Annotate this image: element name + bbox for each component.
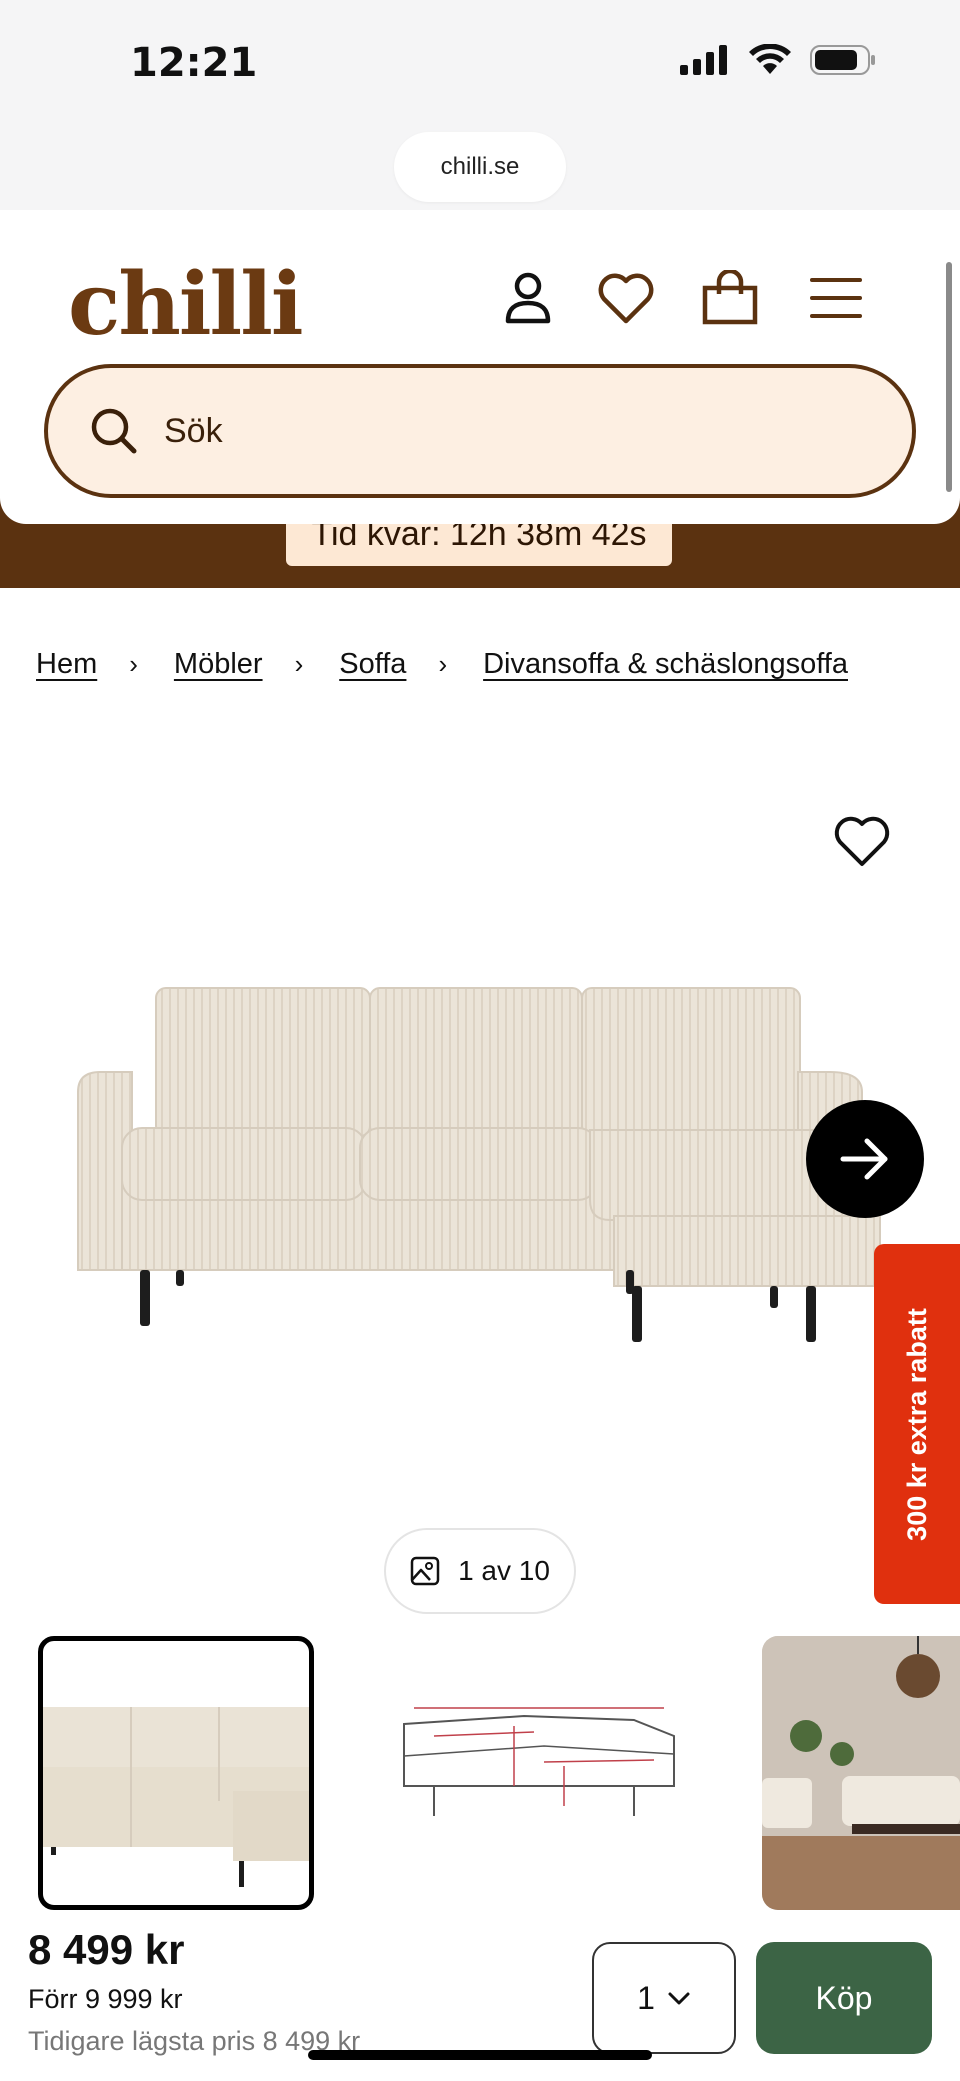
breadcrumb-separator: › — [438, 649, 448, 679]
product-image-sofa — [77, 987, 881, 1342]
wishlist-icon[interactable] — [596, 268, 656, 328]
status-bar: 12:21 — [0, 0, 960, 130]
thumbnail-dimensions-drawing — [403, 1707, 675, 1816]
page: 12:21 chilli.se Tid kvar: 12h 38m 42s ch… — [0, 0, 960, 2081]
thumbnail-room-image — [762, 1636, 960, 1910]
image-counter-text: 1 av 10 — [458, 1555, 550, 1586]
scrollbar[interactable] — [946, 262, 952, 492]
chevron-down-icon — [668, 1992, 690, 2005]
promo-text: 300 kr extra rabatt — [901, 1307, 932, 1541]
menu-icon[interactable] — [806, 268, 866, 328]
thumbnail-1[interactable] — [38, 1636, 314, 1910]
home-indicator — [308, 2050, 652, 2060]
breadcrumb-separator: › — [129, 649, 138, 679]
image-counter: 1 av 10 — [384, 1528, 576, 1614]
search-icon — [91, 408, 137, 454]
breadcrumb: Hem › Möbler › Soffa › Divansoffa & schä… — [36, 648, 848, 681]
quantity-value: 1 — [637, 1979, 655, 2016]
current-price: 8 499 kr — [28, 1926, 185, 1973]
arrow-right-icon — [840, 1138, 888, 1180]
cart-icon[interactable] — [700, 268, 760, 328]
breadcrumb-home[interactable]: Hem — [36, 648, 97, 681]
next-image-button[interactable] — [806, 1100, 924, 1218]
before-price: Förr 9 999 kr — [28, 1984, 183, 2014]
breadcrumb-chaise-sofa[interactable]: Divansoffa & schäslongsoffa — [483, 648, 848, 681]
browser-bar: chilli.se — [0, 130, 960, 210]
status-time: 12:21 — [130, 40, 258, 86]
breadcrumb-sofa[interactable]: Soffa — [339, 648, 406, 681]
logo[interactable]: chilli — [68, 254, 304, 355]
favorite-heart-icon[interactable] — [832, 814, 892, 870]
url-pill[interactable]: chilli.se — [394, 132, 566, 202]
thumbnail-2[interactable] — [394, 1636, 684, 1910]
account-icon[interactable] — [498, 268, 558, 328]
site-header: chilli Sök — [0, 210, 960, 524]
thumbnail-3[interactable] — [762, 1636, 960, 1910]
quantity-select[interactable]: 1 — [592, 1942, 736, 2054]
search-input[interactable]: Sök — [44, 364, 916, 498]
thumbnail-sofa-image — [43, 1707, 309, 1887]
breadcrumb-furniture[interactable]: Möbler — [174, 648, 263, 681]
image-icon — [410, 1556, 440, 1586]
thumbnail-strip — [0, 1636, 960, 1910]
wifi-icon — [749, 44, 791, 74]
search-placeholder: Sök — [164, 411, 223, 450]
status-icons — [680, 44, 876, 76]
buy-button[interactable]: Köp — [756, 1942, 932, 2054]
promo-tab[interactable]: 300 kr extra rabatt — [874, 1244, 960, 1604]
breadcrumb-separator: › — [294, 649, 304, 679]
signal-icon — [680, 45, 727, 75]
battery-icon — [810, 45, 875, 75]
